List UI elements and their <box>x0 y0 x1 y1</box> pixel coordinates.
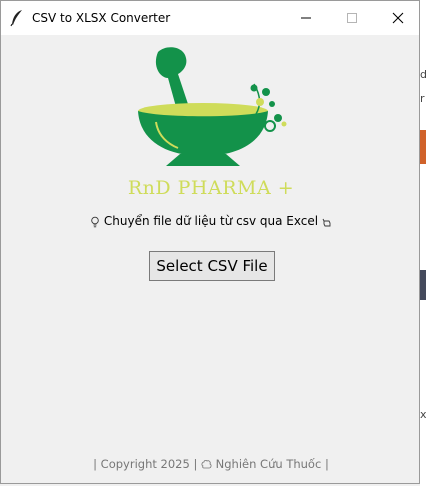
pointing-hand-icon <box>322 216 332 228</box>
background-window-glyph: d <box>420 68 426 81</box>
background-window-glyph: x <box>420 408 426 421</box>
background-window-accent <box>420 130 426 164</box>
close-button[interactable] <box>375 1 421 35</box>
lightbulb-icon <box>90 216 100 228</box>
maximize-icon <box>347 13 357 23</box>
footer: | Copyright 2025 | Nghiên Cứu Thuốc | <box>1 457 421 471</box>
brand-name: RnD PHARMA + <box>127 177 295 199</box>
mortar-pestle-logo <box>138 47 287 166</box>
footer-copyright: | Copyright 2025 | <box>93 457 198 471</box>
select-csv-button[interactable]: Select CSV File <box>149 251 275 281</box>
background-window-glyph: r <box>420 92 425 105</box>
subtitle-line: Chuyển file dữ liệu từ csv qua Excel <box>1 214 421 228</box>
subtitle-text: Chuyển file dữ liệu từ csv qua Excel <box>103 214 319 228</box>
title-bar[interactable]: CSV to XLSX Converter <box>1 1 419 35</box>
background-window-accent <box>420 270 426 300</box>
feather-icon <box>10 9 24 27</box>
minimize-icon <box>301 17 311 19</box>
minimize-button[interactable] <box>283 1 329 35</box>
brain-icon <box>201 459 212 470</box>
footer-research: Nghiên Cứu Thuốc | <box>215 457 329 471</box>
window-title: CSV to XLSX Converter <box>32 11 171 25</box>
close-icon <box>392 12 404 24</box>
app-window: CSV to XLSX Converter RnD PHARMA + Chuyể… <box>0 0 420 484</box>
maximize-button[interactable] <box>329 1 375 35</box>
